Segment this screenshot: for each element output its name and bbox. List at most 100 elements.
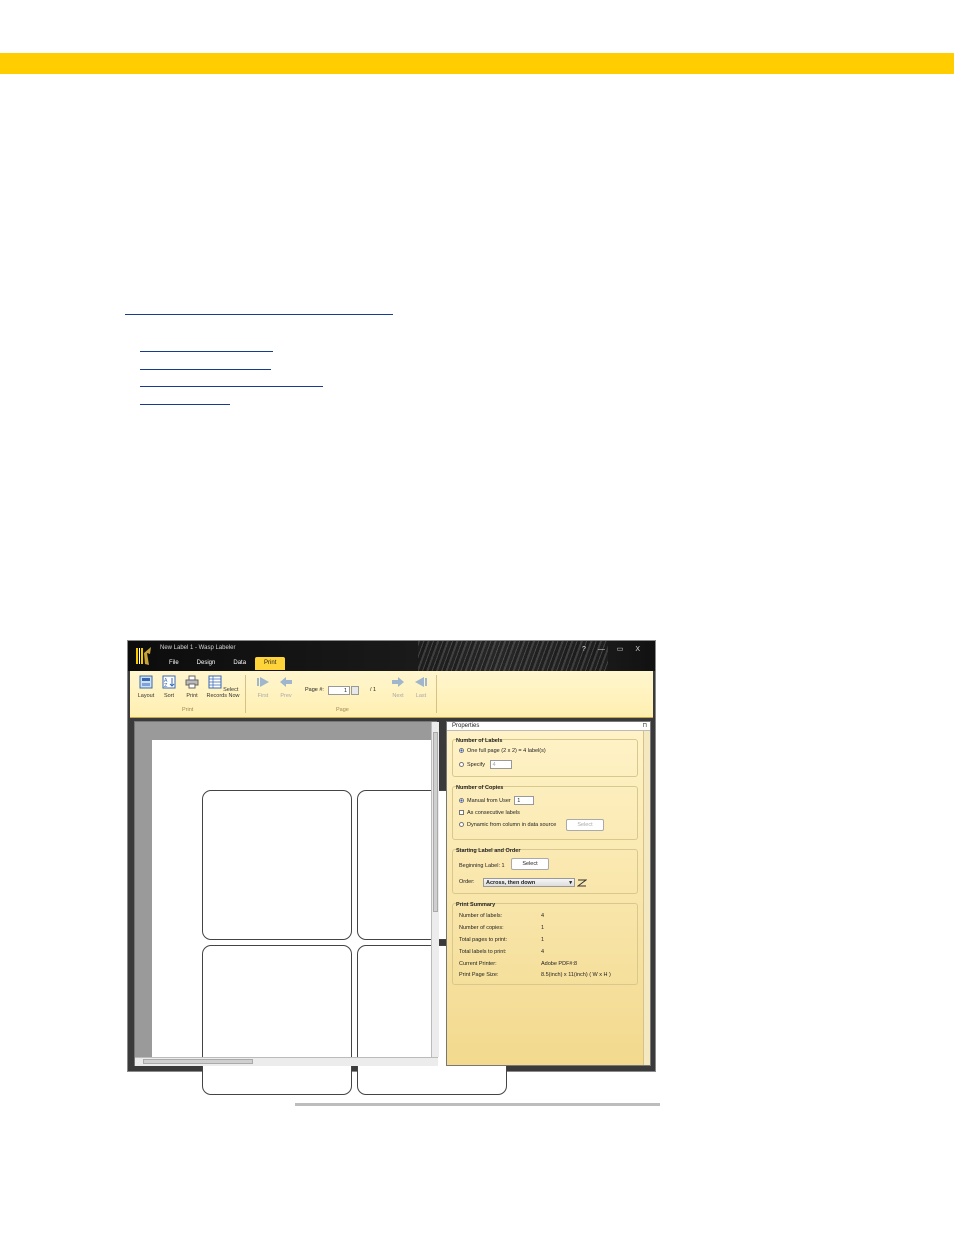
ribbon-toolbar: Layout AZ Sort Print Select Records Now …	[130, 671, 653, 718]
copies-input[interactable]: 1	[514, 796, 535, 805]
chevron-down-icon: ▾	[569, 880, 572, 886]
toc-sublink-4[interactable]	[140, 404, 230, 405]
print-summary-group: Print Summary Number of labels: 4 Number…	[452, 902, 638, 985]
window-controls[interactable]: ? — ▭ X	[582, 645, 645, 653]
page-spinner[interactable]	[351, 686, 359, 695]
dynamic-label: Dynamic from column in data source	[467, 822, 557, 828]
summary-value: 8.5(inch) x 11(inch) ( W x H )	[541, 972, 611, 978]
prev-page-button[interactable]: Prev	[275, 675, 297, 699]
toc-sublink-2[interactable]	[140, 369, 271, 370]
print-button[interactable]: Print	[181, 675, 203, 699]
layout-button[interactable]: Layout	[135, 675, 157, 699]
properties-scrollbar[interactable]	[643, 731, 650, 1065]
properties-header: Properties ⊓	[447, 722, 650, 731]
sort-icon: AZ	[162, 675, 176, 689]
summary-value: Adobe PDF#:8	[541, 961, 578, 967]
first-page-button[interactable]: First	[252, 675, 274, 699]
number-of-labels-group: Number of Labels One full page (2 x 2) =…	[452, 738, 638, 777]
number-of-copies-title: Number of Copies	[456, 785, 504, 791]
toc-link-underline[interactable]	[125, 314, 393, 315]
summary-key: Number of labels:	[459, 913, 503, 919]
consecutive-option[interactable]: As consecutive labels	[459, 810, 520, 816]
checkbox[interactable]	[459, 810, 464, 816]
page-group-label: Page	[336, 707, 349, 713]
next-label: Next	[392, 693, 404, 699]
radio-off[interactable]	[459, 822, 464, 828]
horizontal-scrollbar[interactable]	[135, 1057, 438, 1066]
specify-label: Specify	[467, 761, 486, 768]
first-page-icon	[257, 677, 269, 687]
records-icon	[208, 675, 222, 689]
print-summary-title: Print Summary	[456, 902, 496, 908]
next-page-icon	[392, 677, 404, 687]
prev-page-icon	[280, 677, 292, 687]
summary-key: Current Printer:	[459, 961, 497, 967]
order-direction-icon	[577, 879, 587, 887]
toc-sublink-3[interactable]	[140, 386, 323, 387]
vertical-scrollbar[interactable]	[431, 722, 439, 1057]
number-of-labels-title: Number of Labels	[456, 738, 503, 744]
prev-label: Prev	[280, 693, 292, 699]
page-total: / 1	[370, 687, 377, 693]
select-records-button[interactable]: Select Records Now	[206, 675, 240, 699]
label-preview-area	[134, 721, 507, 1095]
number-of-copies-group: Number of Copies Manual from User 1 As c…	[452, 785, 638, 840]
next-page-button[interactable]: Next	[387, 675, 409, 699]
radio-on[interactable]	[459, 748, 464, 754]
last-label: Last	[415, 693, 427, 699]
properties-title: Properties	[452, 723, 480, 729]
last-page-button[interactable]: Last	[410, 675, 432, 699]
radio-on[interactable]	[459, 798, 464, 803]
horizontal-scroll-thumb[interactable]	[143, 1059, 253, 1064]
consecutive-label: As consecutive labels	[467, 810, 520, 816]
order-dropdown[interactable]: Across, then down ▾	[483, 878, 575, 887]
preview-page	[152, 740, 507, 1095]
label-cell	[202, 790, 352, 940]
page-number-label: Page #:	[305, 687, 324, 693]
tab-design[interactable]: Design	[188, 657, 225, 670]
beginning-label-text: Beginning Label: 1	[459, 863, 505, 869]
barcode-decoration	[418, 641, 608, 671]
manual-label: Manual from User	[467, 797, 511, 804]
tab-data[interactable]: Data	[224, 657, 255, 670]
sort-button[interactable]: AZ Sort	[158, 675, 180, 699]
sort-label: Sort	[163, 693, 175, 699]
beginning-select-button[interactable]: Select	[511, 858, 549, 870]
full-page-option[interactable]: One full page (2 x 2) = 4 label(s)	[459, 748, 546, 754]
pin-icon[interactable]: ⊓	[642, 722, 647, 731]
order-label: Order:	[459, 879, 475, 885]
layout-icon	[139, 675, 153, 689]
app-window-screenshot: New Label 1 - Wasp Labeler ? — ▭ X File …	[127, 640, 656, 1095]
summary-key: Total labels to print:	[459, 949, 507, 955]
title-bar: New Label 1 - Wasp Labeler ? — ▭ X File …	[128, 641, 655, 671]
manual-option[interactable]: Manual from User 1	[459, 796, 535, 805]
tab-file[interactable]: File	[160, 657, 188, 670]
vertical-scroll-thumb[interactable]	[433, 732, 438, 912]
label-cell	[202, 945, 352, 1095]
page-number-input[interactable]: 1	[328, 686, 350, 695]
toc-sublink-1[interactable]	[140, 351, 273, 352]
last-page-icon	[415, 677, 427, 687]
svg-text:Z: Z	[164, 683, 168, 689]
radio-off[interactable]	[459, 762, 464, 767]
dynamic-option[interactable]: Dynamic from column in data source	[459, 822, 556, 828]
first-label: First	[257, 693, 269, 699]
caption-rule	[295, 1103, 660, 1106]
window-title: New Label 1 - Wasp Labeler	[160, 645, 236, 651]
order-value: Across, then down	[486, 880, 536, 886]
full-page-label: One full page (2 x 2) = 4 label(s)	[467, 748, 546, 754]
specify-input[interactable]: 4	[489, 760, 512, 769]
layout-label: Layout	[137, 693, 155, 699]
summary-value: 4	[541, 949, 545, 955]
summary-key: Total pages to print:	[459, 937, 508, 943]
tab-print[interactable]: Print	[255, 657, 286, 670]
dynamic-select-button[interactable]: Select	[566, 819, 604, 831]
summary-value: 1	[541, 937, 545, 943]
starting-label-title: Starting Label and Order	[456, 848, 521, 854]
print-label: Print	[186, 693, 198, 699]
starting-label-group: Starting Label and Order Beginning Label…	[452, 848, 638, 894]
summary-value: 1	[541, 925, 545, 931]
specify-option[interactable]: Specify 4	[459, 760, 512, 769]
printer-icon	[185, 675, 199, 689]
ribbon-separator	[245, 675, 246, 713]
